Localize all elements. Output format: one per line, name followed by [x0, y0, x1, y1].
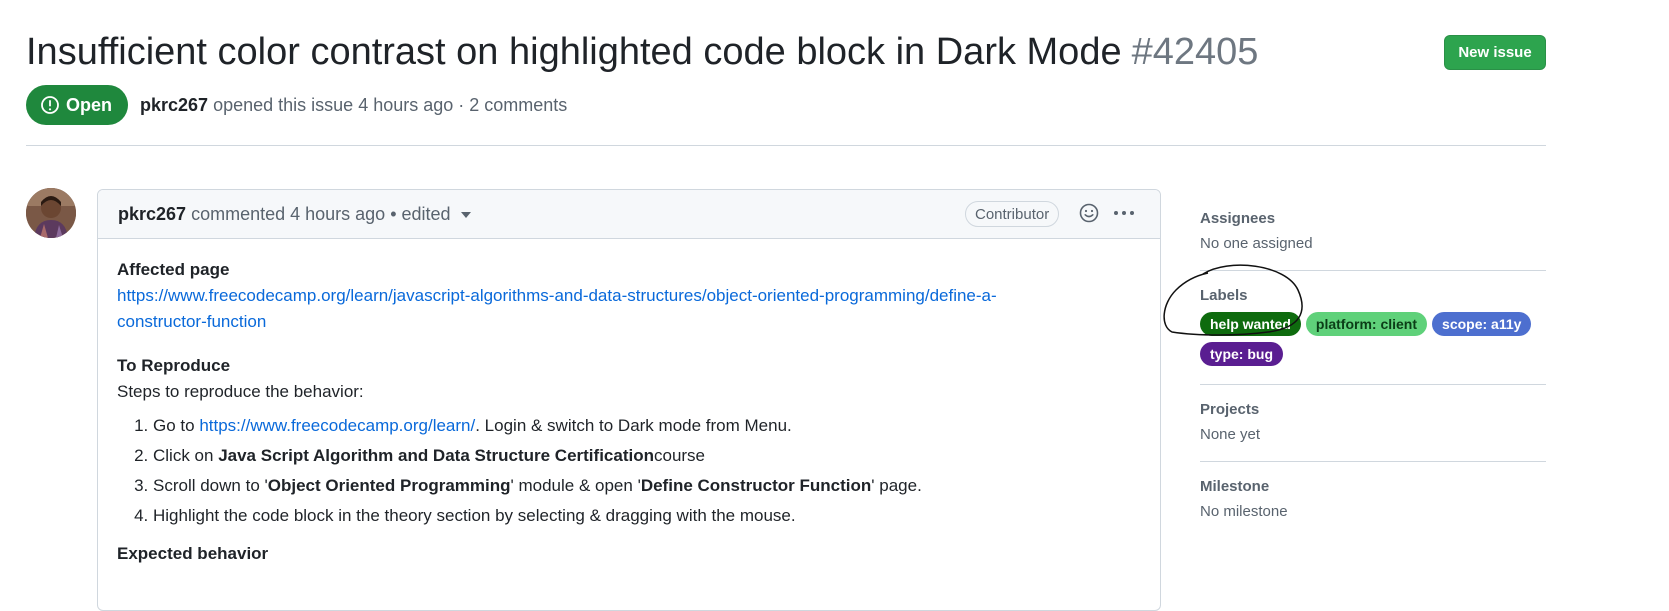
- comment-meta: commented 4 hours ago • edited: [191, 203, 451, 224]
- issue-meta: Open pkrc267 opened this issue 4 hours a…: [26, 85, 567, 125]
- label-chip[interactable]: help wanted: [1200, 312, 1301, 336]
- comment-author[interactable]: pkrc267: [118, 204, 186, 224]
- list-item: Click on Java Script Algorithm and Data …: [153, 441, 1141, 471]
- sidebar-assignees: Assignees No one assigned: [1200, 210, 1546, 271]
- step-text: course: [653, 446, 706, 465]
- step-text: . Login & switch to Dark mode from Menu.: [475, 416, 792, 435]
- issue-title-row: Insufficient color contrast on highlight…: [26, 26, 1556, 78]
- reproduce-heading: To Reproduce: [117, 356, 231, 375]
- comment-header: pkrc267 commented 4 hours ago • edited C…: [98, 190, 1160, 239]
- affected-page-heading: Affected page: [117, 260, 230, 279]
- step-bold: Object Oriented Programming: [267, 476, 511, 495]
- issue-open-icon: [40, 95, 60, 115]
- avatar[interactable]: [26, 188, 76, 238]
- assignees-heading[interactable]: Assignees: [1200, 210, 1546, 227]
- step-bold: Define Constructor Function: [640, 476, 872, 495]
- issue-meta-text: pkrc267 opened this issue 4 hours ago · …: [140, 95, 567, 116]
- list-item: Scroll down to 'Object Oriented Programm…: [153, 471, 1141, 501]
- affected-link-line2: constructor-function: [117, 312, 267, 331]
- contributor-badge: Contributor: [965, 201, 1060, 227]
- smiley-icon[interactable]: [1078, 202, 1100, 229]
- projects-heading[interactable]: Projects: [1200, 401, 1546, 418]
- step-text: ' page.: [871, 476, 922, 495]
- step-text: Scroll down to ': [153, 476, 268, 495]
- affected-link-line1: https://www.freecodecamp.org/learn/javas…: [117, 286, 997, 305]
- step-text: Click on: [153, 446, 219, 465]
- milestone-heading[interactable]: Milestone: [1200, 478, 1546, 495]
- step-text: Highlight the code block in the theory s…: [153, 506, 796, 525]
- label-chip[interactable]: type: bug: [1200, 342, 1283, 366]
- label-chip[interactable]: scope: a11y: [1432, 312, 1532, 336]
- milestone-value: No milestone: [1200, 503, 1288, 520]
- projects-value: None yet: [1200, 426, 1261, 443]
- header-divider: [26, 145, 1546, 146]
- issue-title-text: Insufficient color contrast on highlight…: [26, 31, 1122, 73]
- labels-heading[interactable]: Labels: [1200, 287, 1546, 304]
- sidebar-projects: Projects None yet: [1200, 401, 1546, 462]
- step-text: ' module & open ': [510, 476, 641, 495]
- state-badge: Open: [26, 85, 129, 125]
- affected-page-link-para: https://www.freecodecamp.org/learn/javas…: [117, 283, 1141, 335]
- steps-intro: Steps to reproduce the behavior:: [117, 382, 364, 401]
- step-bold: Java Script Algorithm and Data Structure…: [218, 446, 654, 465]
- label-chip[interactable]: platform: client: [1305, 312, 1428, 336]
- issue-number: #42405: [1131, 31, 1259, 73]
- comment-author-line: pkrc267 commented 4 hours ago • edited: [118, 204, 471, 225]
- issue-author-link[interactable]: pkrc267: [140, 95, 208, 115]
- list-item: Highlight the code block in the theory s…: [153, 501, 1141, 531]
- comment-body: Affected page https://www.freecodecamp.o…: [98, 239, 1160, 585]
- expected-heading: Expected behavior: [117, 544, 269, 563]
- affected-page-link[interactable]: https://www.freecodecamp.org/learn/javas…: [117, 286, 997, 331]
- state-label: Open: [66, 94, 113, 115]
- chevron-down-icon[interactable]: [460, 211, 471, 218]
- assignees-value: No one assigned: [1200, 235, 1313, 252]
- issue-title: Insufficient color contrast on highlight…: [26, 26, 1556, 78]
- issue-meta-detail: opened this issue 4 hours ago · 2 commen…: [213, 94, 568, 115]
- new-issue-button[interactable]: New issue: [1444, 35, 1546, 70]
- step1-link[interactable]: https://www.freecodecamp.org/learn/: [199, 416, 475, 435]
- labels-list: help wanted platform: client scope: a11y ty…: [1163, 264, 1546, 366]
- sidebar-milestone: Milestone No milestone: [1200, 478, 1546, 520]
- steps-list: Go to https://www.freecodecamp.org/learn…: [117, 411, 1141, 531]
- sidebar-labels: Labels help wanted platform: client scope:…: [1163, 264, 1546, 385]
- comment-box: pkrc267 commented 4 hours ago • edited C…: [97, 189, 1161, 611]
- sidebar: Assignees No one assigned Labels help wa…: [1163, 198, 1546, 520]
- kebab-icon[interactable]: [1111, 202, 1137, 229]
- step-text: Go to: [153, 416, 200, 435]
- list-item: Go to https://www.freecodecamp.org/learn…: [153, 411, 1141, 441]
